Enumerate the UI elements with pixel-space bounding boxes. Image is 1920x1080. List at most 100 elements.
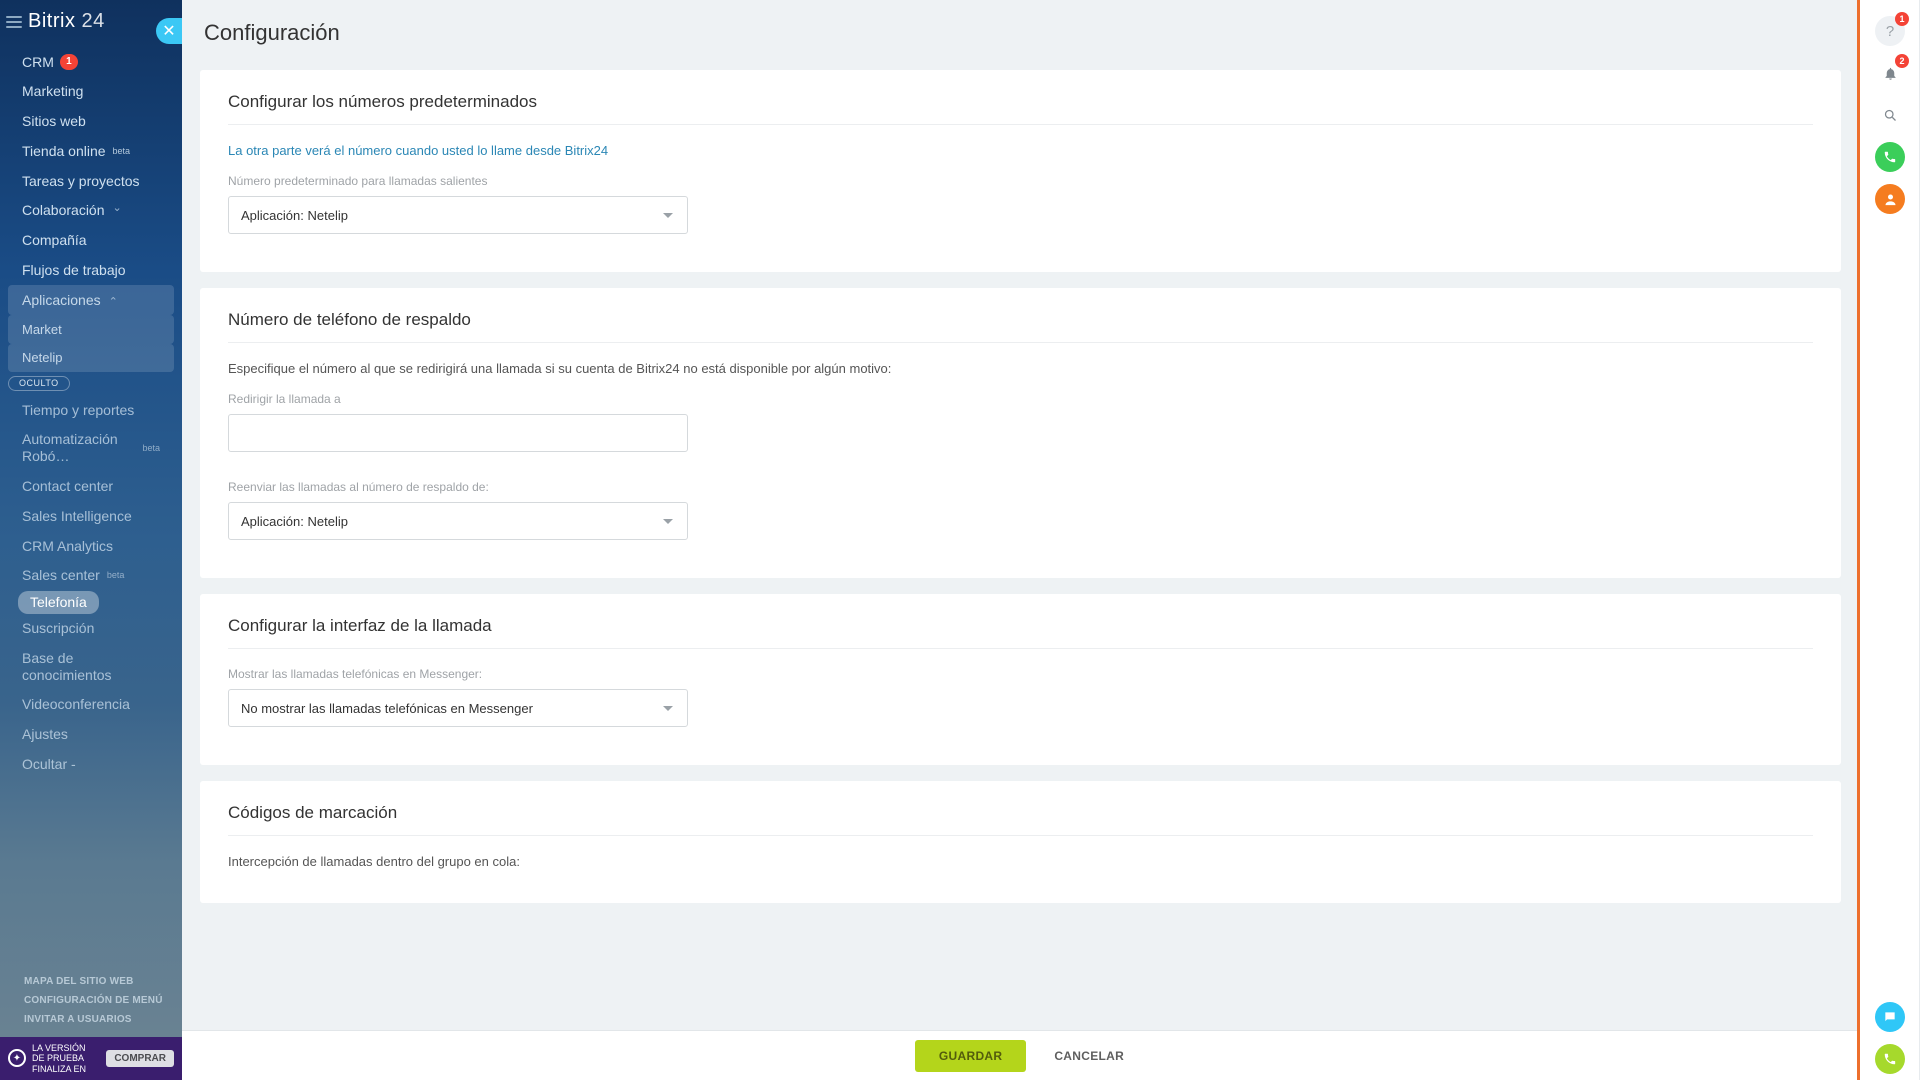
sidebar-item-crm-analytics[interactable]: CRM Analytics [8,531,174,561]
sidebar-item-telefonia[interactable]: Telefonía [18,591,99,614]
section-backup-number: Número de teléfono de respaldo Especifiq… [200,288,1841,578]
section-title: Códigos de marcación [228,803,1813,823]
section-note: La otra parte verá el número cuando uste… [228,143,1813,158]
sidebar-item-label: Contact center [22,478,113,495]
bell-icon[interactable]: 2 [1875,58,1905,88]
beta-badge: beta [107,570,125,581]
hidden-section-label: OCULTO [8,372,174,395]
sidebar-item-label: Ocultar - [22,756,76,773]
page-title: Configuración [182,0,1857,64]
sidebar-item-aplicaciones[interactable]: Aplicaciones [8,285,174,315]
sidebar-item-tiempo[interactable]: Tiempo y reportes [8,395,174,425]
sidebar-item-label: Base de conocimientos [22,650,160,684]
section-title: Número de teléfono de respaldo [228,310,1813,330]
sidebar-item-contact-center[interactable]: Contact center [8,472,174,502]
sidebar-item-video[interactable]: Videoconferencia [8,690,174,720]
sidebar-item-suscripcion[interactable]: Suscripción [8,614,174,644]
show-in-messenger-select[interactable]: No mostrar las llamadas telefónicas en M… [228,689,688,727]
section-title: Configurar los números predeterminados [228,92,1813,112]
sidebar-item-label: Tiempo y reportes [22,402,134,419]
select-value: No mostrar las llamadas telefónicas en M… [241,701,533,716]
sidebar-item-label: Aplicaciones [22,292,101,309]
sidebar-item-label: CRM Analytics [22,538,113,555]
sidebar-item-label: Colaboración [22,202,105,219]
section-call-interface: Configurar la interfaz de la llamada Mos… [200,594,1841,765]
sidebar-item-label: Automatización Robó… [22,431,135,465]
section-description: Especifique el número al que se redirigi… [228,361,1813,376]
sidebar-item-compania[interactable]: Compañía [8,226,174,256]
trial-icon: ✦ [8,1049,26,1067]
sidebar-item-label: CRM [22,54,54,71]
forward-from-select[interactable]: Aplicación: Netelip [228,502,688,540]
section-title: Configurar la interfaz de la llamada [228,616,1813,636]
sidebar-item-marketing[interactable]: Marketing [8,77,174,107]
sidebar-item-sales-intelligence[interactable]: Sales Intelligence [8,501,174,531]
section-description: Intercepción de llamadas dentro del grup… [228,854,1813,869]
brand-logo: Bitrix 24 [28,10,105,33]
sidebar-item-label: Sitios web [22,113,86,130]
user-icon[interactable] [1875,184,1905,214]
sitemap-link[interactable]: MAPA DEL SITIO WEB [24,972,172,991]
right-rail: ? 1 2 [1860,0,1920,1080]
select-value: Aplicación: Netelip [241,514,348,529]
field-label-forward-from: Reenviar las llamadas al número de respa… [228,480,1813,494]
sidebar-item-ajustes[interactable]: Ajustes [8,720,174,750]
sidebar-item-label: Suscripción [22,620,94,637]
settings-scroll[interactable]: Configurar los números predeterminados L… [182,64,1857,1030]
invite-users-link[interactable]: INVITAR A USUARIOS [24,1010,172,1029]
trial-banner: ✦ LA VERSIÓN DE PRUEBA FINALIZA EN COMPR… [0,1037,182,1080]
beta-badge: beta [142,443,160,454]
call-icon[interactable] [1875,142,1905,172]
default-number-select[interactable]: Aplicación: Netelip [228,196,688,234]
help-icon[interactable]: ? 1 [1875,16,1905,46]
sidebar-item-ocultar[interactable]: Ocultar - [8,750,174,780]
buy-button[interactable]: COMPRAR [106,1050,174,1067]
sidebar-item-netelip[interactable]: Netelip [8,344,174,373]
sidebar-item-label: Tareas y proyectos [22,173,140,190]
redirect-number-input[interactable] [228,414,688,452]
sidebar-item-flujos[interactable]: Flujos de trabajo [8,256,174,286]
sidebar-footer-links: MAPA DEL SITIO WEB CONFIGURACIÓN DE MENÚ… [0,968,182,1037]
crm-badge: 1 [60,54,78,70]
sidebar-item-label: Tienda online [22,143,106,160]
section-dial-codes: Códigos de marcación Intercepción de lla… [200,781,1841,903]
sidebar-item-automatizacion[interactable]: Automatización Robó… beta [8,425,174,472]
menu-config-link[interactable]: CONFIGURACIÓN DE MENÚ [24,991,172,1010]
sidebar-item-label: Marketing [22,83,83,100]
chat-icon[interactable] [1875,1002,1905,1032]
sidebar-item-label: Netelip [22,350,62,366]
cancel-button[interactable]: CANCELAR [1054,1049,1124,1063]
main-panel: Configuración Configurar los números pre… [182,0,1860,1080]
sidebar-item-base[interactable]: Base de conocimientos [8,643,174,690]
select-value: Aplicación: Netelip [241,208,348,223]
dial-icon[interactable] [1875,1044,1905,1074]
sidebar-item-label: Sales Intelligence [22,508,132,525]
sidebar-item-label: Telefonía [30,594,87,611]
field-label-redirect: Redirigir la llamada a [228,392,1813,406]
bell-badge: 2 [1895,54,1909,68]
sidebar-item-tienda[interactable]: Tienda onlinebeta [8,136,174,166]
sidebar-item-market[interactable]: Market [8,315,174,344]
brand-suffix: 24 [82,10,105,32]
sidebar-item-tareas[interactable]: Tareas y proyectos [8,166,174,196]
trial-message: LA VERSIÓN DE PRUEBA FINALIZA EN [32,1043,100,1074]
sidebar-item-crm[interactable]: CRM 1 [8,47,174,77]
help-badge: 1 [1895,12,1909,26]
sidebar-item-sitios[interactable]: Sitios web [8,107,174,137]
sidebar-item-colaboracion[interactable]: Colaboración [8,196,174,226]
search-icon[interactable] [1875,100,1905,130]
close-panel-button[interactable]: ✕ [156,18,182,44]
footer-bar: GUARDAR CANCELAR [182,1030,1857,1080]
brand-name: Bitrix [28,10,75,32]
sidebar-item-label: Sales center [22,567,100,584]
section-default-numbers: Configurar los números predeterminados L… [200,70,1841,272]
sidebar-item-sales-center[interactable]: Sales center beta [8,561,174,591]
sidebar-item-label: Flujos de trabajo [22,262,126,279]
field-label-default-number: Número predeterminado para llamadas sali… [228,174,1813,188]
sidebar-item-label: Videoconferencia [22,696,130,713]
sidebar-item-label: Market [22,322,62,338]
field-label-show-in-messenger: Mostrar las llamadas telefónicas en Mess… [228,667,1813,681]
menu-toggle-icon[interactable] [6,16,22,28]
save-button[interactable]: GUARDAR [915,1040,1026,1072]
sidebar-item-label: Compañía [22,232,87,249]
